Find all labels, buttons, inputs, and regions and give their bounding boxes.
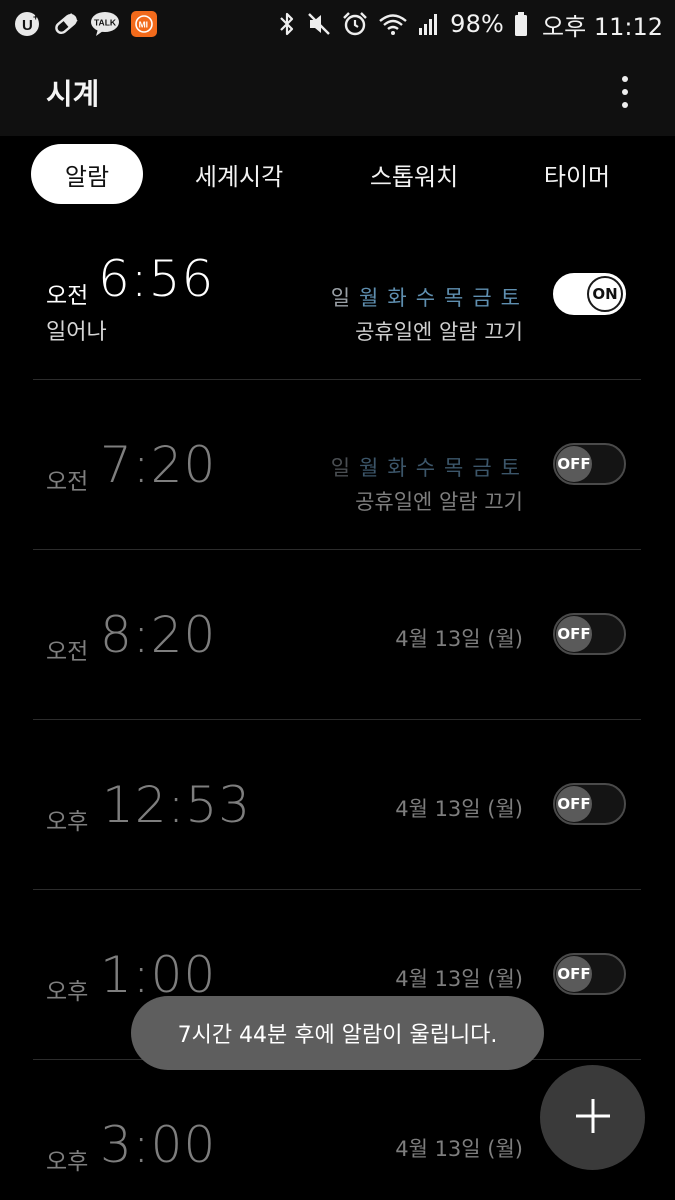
bluetooth-icon (278, 11, 296, 37)
alarm-date: 4월 13일 (월) (395, 967, 523, 991)
alarm-toggle[interactable]: OFF (553, 443, 626, 485)
tab-stopwatch[interactable]: 스톱워치 (352, 144, 476, 204)
plus-icon (573, 1096, 613, 1140)
holiday-off-text: 공휴일엔 알람 끄기 (355, 490, 523, 514)
status-bar: U + TALK MI 98% 오후 11:12 (0, 0, 675, 48)
kakaotalk-icon: TALK (90, 10, 120, 38)
alarm-time: 12:53 (102, 776, 252, 834)
toggle-knob: OFF (556, 786, 592, 822)
day-sunday: 일 (330, 286, 354, 310)
mi-app-icon: MI (130, 10, 158, 38)
holiday-off-text: 공휴일엔 알람 끄기 (355, 320, 523, 344)
mute-icon (306, 11, 332, 37)
alarm-item[interactable]: 오전 6:56 일어나 일 월 화 수 목 금 토 공휴일엔 알람 끄기 ON (0, 210, 675, 380)
battery-icon (514, 11, 528, 37)
alarm-item[interactable]: 오전 8:20 4월 13일 (월) OFF (0, 550, 675, 720)
svg-text:+: + (33, 12, 38, 22)
day-wednesday: 수 (415, 456, 439, 480)
tab-alarm[interactable]: 알람 (31, 144, 143, 204)
day-friday: 금 (472, 456, 495, 480)
svg-text:TALK: TALK (94, 18, 117, 28)
svg-text:MI: MI (139, 19, 148, 29)
toggle-knob: OFF (556, 446, 592, 482)
alarm-date: 4월 13일 (월) (395, 797, 523, 821)
alarm-toggle[interactable]: OFF (553, 953, 626, 995)
tab-bar: 알람 세계시각 스톱워치 타이머 (0, 136, 675, 212)
alarm-ampm: 오전 (46, 639, 89, 665)
tab-world-clock[interactable]: 세계시각 (178, 144, 300, 204)
day-wednesday: 수 (415, 286, 439, 310)
alarm-time: 3:00 (100, 1116, 217, 1174)
alarm-item[interactable]: 오후 12:53 4월 13일 (월) OFF (0, 720, 675, 890)
app-bar: 시계 (0, 48, 675, 136)
wifi-icon (378, 11, 408, 37)
alarm-ampm: 오후 (46, 809, 89, 835)
alarm-icon (342, 11, 368, 37)
alarm-toggle[interactable]: ON (553, 273, 626, 315)
day-tuesday: 화 (387, 286, 410, 310)
alarm-toggle[interactable]: OFF (553, 613, 626, 655)
status-time: 오후 11:12 (542, 12, 663, 41)
svg-text:U: U (22, 17, 33, 34)
alarm-ampm: 오전 (46, 283, 89, 309)
day-sunday: 일 (330, 456, 354, 480)
alarm-date: 4월 13일 (월) (395, 1137, 523, 1161)
tab-timer[interactable]: 타이머 (528, 144, 626, 204)
alarm-ampm: 오후 (46, 979, 89, 1005)
status-bar-left: U + TALK MI (14, 10, 158, 38)
status-bar-right: 98% 오후 11:12 (278, 7, 663, 42)
alarm-date: 4월 13일 (월) (395, 627, 523, 651)
clock-app-screen: U + TALK MI 98% 오후 11:12 시계 알람 세계시각 스톱워치… (0, 0, 675, 1200)
day-monday: 월 (359, 456, 382, 480)
alarm-time: 8:20 (100, 606, 217, 664)
alarm-ampm: 오전 (46, 469, 89, 495)
app-title: 시계 (46, 77, 100, 111)
alarm-time: 6:56 (98, 250, 215, 308)
day-thursday: 목 (444, 286, 467, 310)
day-saturday: 토 (500, 456, 523, 480)
alarm-days: 일 월 화 수 목 금 토 (331, 452, 523, 482)
alarm-toggle[interactable]: OFF (553, 783, 626, 825)
toggle-knob: OFF (556, 616, 592, 652)
alarm-time: 7:20 (100, 436, 217, 494)
alarm-label: 일어나 (46, 320, 107, 345)
signal-icon (418, 11, 440, 37)
toggle-knob: ON (587, 276, 623, 312)
day-saturday: 토 (500, 286, 523, 310)
pill-icon (52, 10, 80, 38)
alarm-item[interactable]: 오전 7:20 일 월 화 수 목 금 토 공휴일엔 알람 끄기 OFF (0, 380, 675, 550)
day-tuesday: 화 (387, 456, 410, 480)
day-monday: 월 (359, 286, 382, 310)
uplus-icon: U + (14, 10, 42, 38)
toast-message: 7시간 44분 후에 알람이 울립니다. (131, 996, 544, 1070)
battery-percent: 98% (450, 10, 505, 38)
day-friday: 금 (472, 286, 495, 310)
alarm-ampm: 오후 (46, 1149, 89, 1175)
add-alarm-button[interactable] (540, 1065, 645, 1170)
day-thursday: 목 (444, 456, 467, 480)
alarm-days: 일 월 화 수 목 금 토 (331, 282, 523, 312)
toggle-knob: OFF (556, 956, 592, 992)
more-vert-icon[interactable] (615, 72, 635, 112)
